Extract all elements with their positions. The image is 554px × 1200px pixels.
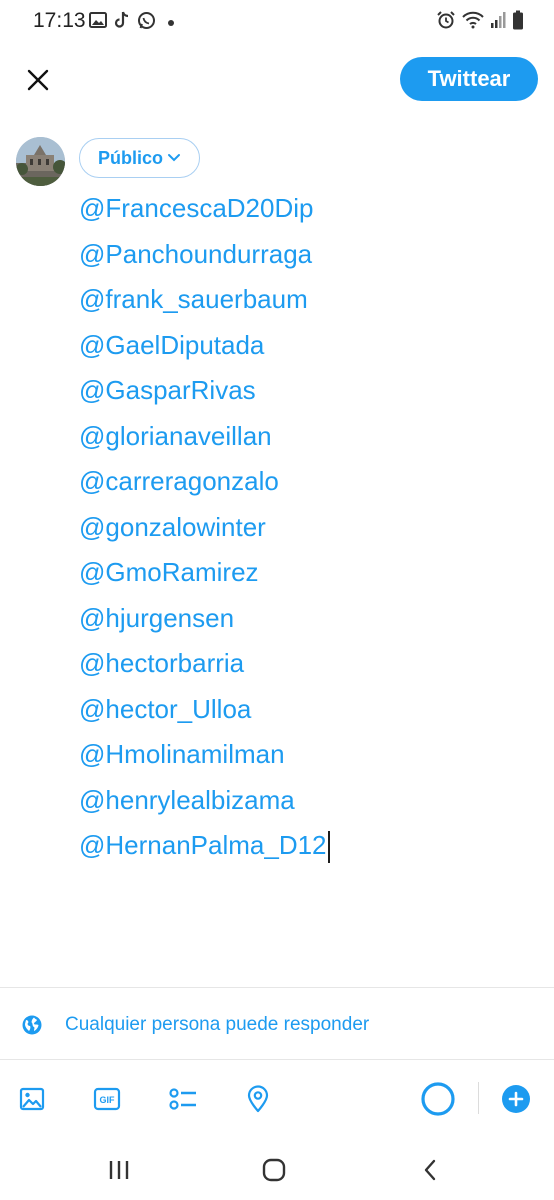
audience-selector[interactable]: Público xyxy=(79,138,200,178)
mention-last-line: @HernanPalma_D12 xyxy=(79,823,539,869)
gif-icon: GIF xyxy=(93,1087,121,1111)
mention-text: @henrylealbizama xyxy=(79,784,295,815)
gif-text: GIF xyxy=(100,1095,116,1105)
mention-text: @frank_sauerbaum xyxy=(79,284,308,314)
notification-dot xyxy=(168,19,174,26)
recents-button[interactable] xyxy=(99,1154,139,1186)
character-count-ring xyxy=(419,1080,457,1118)
wifi-icon xyxy=(462,11,484,34)
reply-setting-button[interactable]: Cualquier persona puede responder xyxy=(21,1010,369,1040)
add-gif-button[interactable]: GIF xyxy=(90,1082,124,1116)
toolbar-separator xyxy=(478,1082,479,1114)
recents-icon xyxy=(109,1161,129,1179)
add-image-button[interactable] xyxy=(15,1082,49,1116)
image-icon xyxy=(19,1087,45,1111)
reply-setting-label: Cualquier persona puede responder xyxy=(65,1014,370,1035)
tweet-compose-screen: 17:13 Twittear Público @FrancescaD20Dip … xyxy=(0,0,554,1200)
progress-ring-icon xyxy=(421,1082,455,1116)
battery-icon xyxy=(512,10,524,35)
mention-text: @hector_Ulloa xyxy=(79,693,252,724)
mention-text: @GmoRamirez xyxy=(79,557,259,587)
status-left-icons xyxy=(89,10,174,35)
tweet-text-input[interactable]: @FrancescaD20Dip @Panchoundurraga @frank… xyxy=(79,186,539,869)
close-button[interactable] xyxy=(20,62,56,98)
divider xyxy=(0,987,554,988)
mention-text: @Hmolinamilman xyxy=(79,739,285,769)
mention-text: @HernanPalma_D12 xyxy=(79,830,327,860)
add-location-button[interactable] xyxy=(241,1082,275,1116)
chevron-down-icon xyxy=(168,154,180,162)
whatsapp-icon xyxy=(137,11,156,35)
tweet-button[interactable]: Twittear xyxy=(400,57,538,101)
status-time: 17:13 xyxy=(33,9,86,32)
status-right-icons xyxy=(436,10,524,35)
compose-toolbar: GIF xyxy=(0,1072,554,1126)
location-icon xyxy=(247,1085,269,1113)
signal-icon xyxy=(490,11,506,34)
text-caret xyxy=(327,831,330,864)
mention-text: @hectorbarria xyxy=(79,648,245,678)
mention-text: @glorianaveillan xyxy=(79,420,272,451)
tiktok-icon xyxy=(113,10,131,35)
mention-text: @gonzalowinter xyxy=(79,511,266,542)
add-poll-button[interactable] xyxy=(166,1082,200,1116)
mention-text: @carreragonzalo xyxy=(79,466,279,496)
system-nav-bar xyxy=(0,1140,554,1200)
divider xyxy=(0,1059,554,1060)
close-icon xyxy=(27,69,49,91)
add-thread-icon xyxy=(502,1085,530,1113)
home-icon xyxy=(262,1158,286,1182)
gallery-icon xyxy=(89,11,107,34)
mention-text: @hjurgensen xyxy=(79,602,235,633)
mention-text: @Panchoundurraga xyxy=(79,238,313,269)
home-button[interactable] xyxy=(254,1154,294,1186)
status-bar: 17:13 xyxy=(0,0,554,44)
avatar[interactable] xyxy=(16,137,65,186)
mention-text: @GasparRivas xyxy=(79,375,256,405)
mention-text: @GaelDiputada xyxy=(79,329,265,360)
back-icon xyxy=(424,1159,436,1181)
alarm-icon xyxy=(436,10,456,35)
audience-label: Público xyxy=(97,147,163,168)
back-button[interactable] xyxy=(410,1154,450,1186)
poll-icon xyxy=(169,1088,196,1110)
add-thread-button[interactable] xyxy=(499,1082,533,1116)
globe-icon xyxy=(22,1015,42,1035)
mention-text: @FrancescaD20Dip xyxy=(79,193,314,223)
